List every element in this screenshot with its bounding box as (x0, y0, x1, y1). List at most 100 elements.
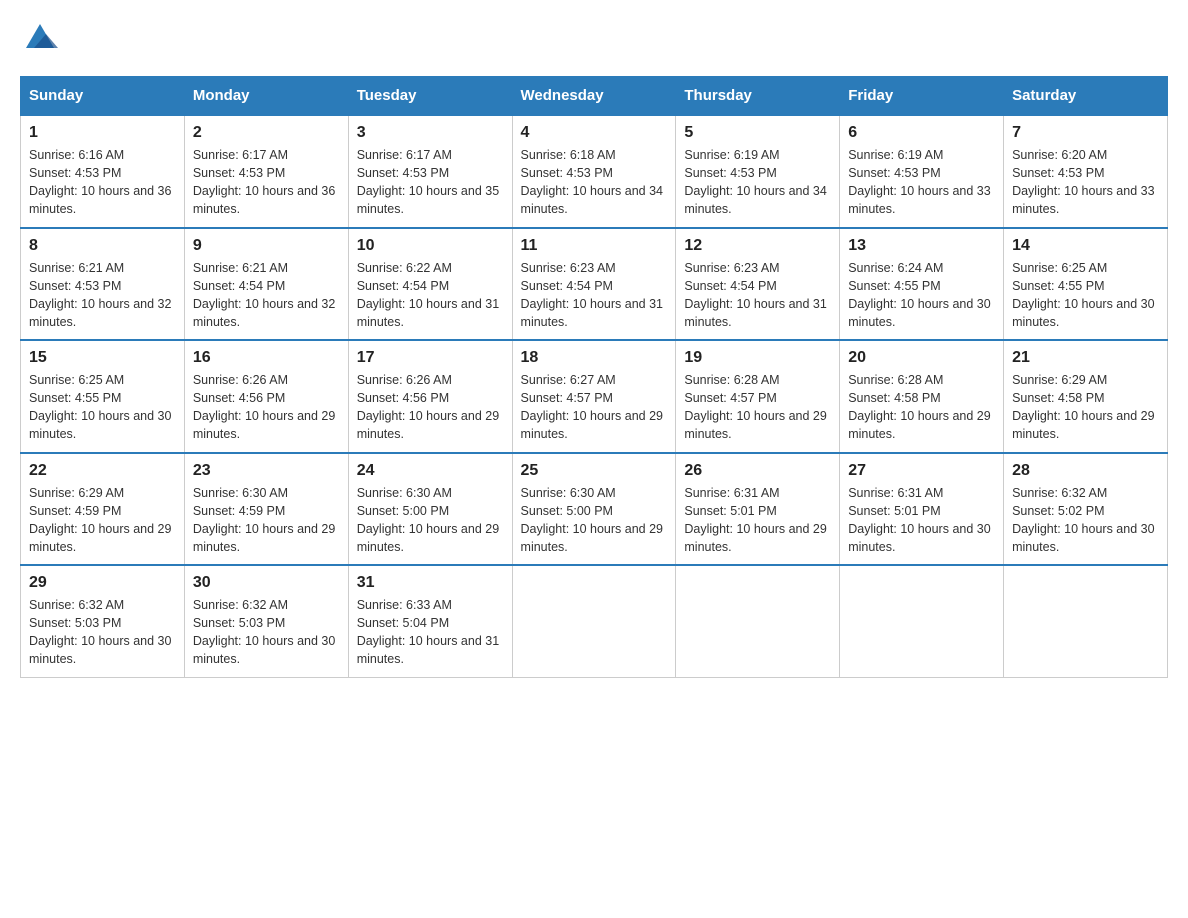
day-info: Sunrise: 6:22 AMSunset: 4:54 PMDaylight:… (357, 261, 499, 329)
calendar-cell: 30 Sunrise: 6:32 AMSunset: 5:03 PMDayligh… (184, 565, 348, 677)
page-header (20, 20, 1168, 56)
day-info: Sunrise: 6:27 AMSunset: 4:57 PMDaylight:… (521, 373, 663, 441)
week-row-1: 1 Sunrise: 6:16 AMSunset: 4:53 PMDaylight… (21, 115, 1168, 228)
day-info: Sunrise: 6:30 AMSunset: 4:59 PMDaylight:… (193, 486, 335, 554)
day-info: Sunrise: 6:28 AMSunset: 4:57 PMDaylight:… (684, 373, 826, 441)
calendar-cell: 19 Sunrise: 6:28 AMSunset: 4:57 PMDayligh… (676, 340, 840, 453)
calendar-header: SundayMondayTuesdayWednesdayThursdayFrid… (21, 77, 1168, 116)
day-number: 10 (357, 237, 504, 255)
day-number: 17 (357, 349, 504, 367)
calendar-cell: 26 Sunrise: 6:31 AMSunset: 5:01 PMDayligh… (676, 453, 840, 566)
day-info: Sunrise: 6:23 AMSunset: 4:54 PMDaylight:… (521, 261, 663, 329)
day-number: 28 (1012, 462, 1159, 480)
calendar-cell: 21 Sunrise: 6:29 AMSunset: 4:58 PMDayligh… (1004, 340, 1168, 453)
day-info: Sunrise: 6:16 AMSunset: 4:53 PMDaylight:… (29, 148, 171, 216)
calendar-cell: 15Sunrise: 6:25 AMSunset: 4:55 PMDayligh… (21, 340, 185, 453)
calendar-cell: 6 Sunrise: 6:19 AMSunset: 4:53 PMDaylight… (840, 115, 1004, 228)
day-info: Sunrise: 6:32 AMSunset: 5:02 PMDaylight:… (1012, 486, 1154, 554)
calendar-cell (512, 565, 676, 677)
day-info: Sunrise: 6:26 AMSunset: 4:56 PMDaylight:… (193, 373, 335, 441)
week-row-5: 29 Sunrise: 6:32 AMSunset: 5:03 PMDayligh… (21, 565, 1168, 677)
header-cell-wednesday: Wednesday (512, 77, 676, 116)
header-cell-sunday: Sunday (21, 77, 185, 116)
header-row: SundayMondayTuesdayWednesdayThursdayFrid… (21, 77, 1168, 116)
calendar-cell: 29 Sunrise: 6:32 AMSunset: 5:03 PMDayligh… (21, 565, 185, 677)
day-info: Sunrise: 6:31 AMSunset: 5:01 PMDaylight:… (848, 486, 990, 554)
day-number: 25 (521, 462, 668, 480)
calendar-cell: 7Sunrise: 6:20 AMSunset: 4:53 PMDaylight… (1004, 115, 1168, 228)
calendar-cell: 17 Sunrise: 6:26 AMSunset: 4:56 PMDayligh… (348, 340, 512, 453)
day-number: 29 (29, 574, 176, 592)
calendar-cell: 3Sunrise: 6:17 AMSunset: 4:53 PMDaylight… (348, 115, 512, 228)
day-info: Sunrise: 6:24 AMSunset: 4:55 PMDaylight:… (848, 261, 990, 329)
calendar-cell (1004, 565, 1168, 677)
day-number: 12 (684, 237, 831, 255)
day-number: 21 (1012, 349, 1159, 367)
header-cell-monday: Monday (184, 77, 348, 116)
logo (20, 20, 60, 56)
day-number: 23 (193, 462, 340, 480)
day-number: 1 (29, 124, 176, 142)
day-info: Sunrise: 6:26 AMSunset: 4:56 PMDaylight:… (357, 373, 499, 441)
calendar-cell: 28 Sunrise: 6:32 AMSunset: 5:02 PMDayligh… (1004, 453, 1168, 566)
week-row-2: 8Sunrise: 6:21 AMSunset: 4:53 PMDaylight… (21, 228, 1168, 341)
calendar-cell: 2Sunrise: 6:17 AMSunset: 4:53 PMDaylight… (184, 115, 348, 228)
day-info: Sunrise: 6:21 AMSunset: 4:54 PMDaylight:… (193, 261, 335, 329)
calendar-cell: 9 Sunrise: 6:21 AMSunset: 4:54 PMDaylight… (184, 228, 348, 341)
calendar-table: SundayMondayTuesdayWednesdayThursdayFrid… (20, 76, 1168, 678)
day-info: Sunrise: 6:23 AMSunset: 4:54 PMDaylight:… (684, 261, 826, 329)
day-info: Sunrise: 6:33 AMSunset: 5:04 PMDaylight:… (357, 598, 499, 666)
calendar-cell: 23 Sunrise: 6:30 AMSunset: 4:59 PMDayligh… (184, 453, 348, 566)
calendar-cell (676, 565, 840, 677)
calendar-cell: 12 Sunrise: 6:23 AMSunset: 4:54 PMDayligh… (676, 228, 840, 341)
day-info: Sunrise: 6:32 AMSunset: 5:03 PMDaylight:… (29, 598, 171, 666)
day-number: 20 (848, 349, 995, 367)
day-info: Sunrise: 6:30 AMSunset: 5:00 PMDaylight:… (357, 486, 499, 554)
day-number: 19 (684, 349, 831, 367)
day-number: 6 (848, 124, 995, 142)
day-number: 16 (193, 349, 340, 367)
day-number: 30 (193, 574, 340, 592)
day-info: Sunrise: 6:32 AMSunset: 5:03 PMDaylight:… (193, 598, 335, 666)
day-info: Sunrise: 6:29 AMSunset: 4:58 PMDaylight:… (1012, 373, 1154, 441)
calendar-cell: 16 Sunrise: 6:26 AMSunset: 4:56 PMDayligh… (184, 340, 348, 453)
day-info: Sunrise: 6:30 AMSunset: 5:00 PMDaylight:… (521, 486, 663, 554)
logo-icon (22, 20, 58, 56)
week-row-3: 15Sunrise: 6:25 AMSunset: 4:55 PMDayligh… (21, 340, 1168, 453)
day-info: Sunrise: 6:19 AMSunset: 4:53 PMDaylight:… (684, 148, 826, 216)
header-cell-tuesday: Tuesday (348, 77, 512, 116)
day-info: Sunrise: 6:19 AMSunset: 4:53 PMDaylight:… (848, 148, 990, 216)
day-number: 5 (684, 124, 831, 142)
calendar-cell: 10 Sunrise: 6:22 AMSunset: 4:54 PMDayligh… (348, 228, 512, 341)
header-cell-saturday: Saturday (1004, 77, 1168, 116)
calendar-cell: 27 Sunrise: 6:31 AMSunset: 5:01 PMDayligh… (840, 453, 1004, 566)
week-row-4: 22 Sunrise: 6:29 AMSunset: 4:59 PMDayligh… (21, 453, 1168, 566)
day-number: 22 (29, 462, 176, 480)
calendar-cell: 14Sunrise: 6:25 AMSunset: 4:55 PMDayligh… (1004, 228, 1168, 341)
day-number: 14 (1012, 237, 1159, 255)
day-number: 26 (684, 462, 831, 480)
day-info: Sunrise: 6:17 AMSunset: 4:53 PMDaylight:… (357, 148, 499, 216)
day-number: 13 (848, 237, 995, 255)
day-info: Sunrise: 6:17 AMSunset: 4:53 PMDaylight:… (193, 148, 335, 216)
calendar-cell: 13 Sunrise: 6:24 AMSunset: 4:55 PMDayligh… (840, 228, 1004, 341)
day-info: Sunrise: 6:29 AMSunset: 4:59 PMDaylight:… (29, 486, 171, 554)
day-info: Sunrise: 6:31 AMSunset: 5:01 PMDaylight:… (684, 486, 826, 554)
calendar-cell: 25 Sunrise: 6:30 AMSunset: 5:00 PMDayligh… (512, 453, 676, 566)
calendar-cell: 4Sunrise: 6:18 AMSunset: 4:53 PMDaylight… (512, 115, 676, 228)
calendar-cell: 11Sunrise: 6:23 AMSunset: 4:54 PMDayligh… (512, 228, 676, 341)
calendar-cell: 20Sunrise: 6:28 AMSunset: 4:58 PMDayligh… (840, 340, 1004, 453)
day-info: Sunrise: 6:25 AMSunset: 4:55 PMDaylight:… (29, 373, 171, 441)
header-cell-friday: Friday (840, 77, 1004, 116)
calendar-cell: 18 Sunrise: 6:27 AMSunset: 4:57 PMDayligh… (512, 340, 676, 453)
day-number: 18 (521, 349, 668, 367)
day-number: 31 (357, 574, 504, 592)
day-number: 4 (521, 124, 668, 142)
day-number: 7 (1012, 124, 1159, 142)
day-number: 27 (848, 462, 995, 480)
calendar-cell: 22 Sunrise: 6:29 AMSunset: 4:59 PMDayligh… (21, 453, 185, 566)
day-info: Sunrise: 6:21 AMSunset: 4:53 PMDaylight:… (29, 261, 171, 329)
calendar-cell (840, 565, 1004, 677)
day-number: 9 (193, 237, 340, 255)
calendar-cell: 31 Sunrise: 6:33 AMSunset: 5:04 PMDayligh… (348, 565, 512, 677)
